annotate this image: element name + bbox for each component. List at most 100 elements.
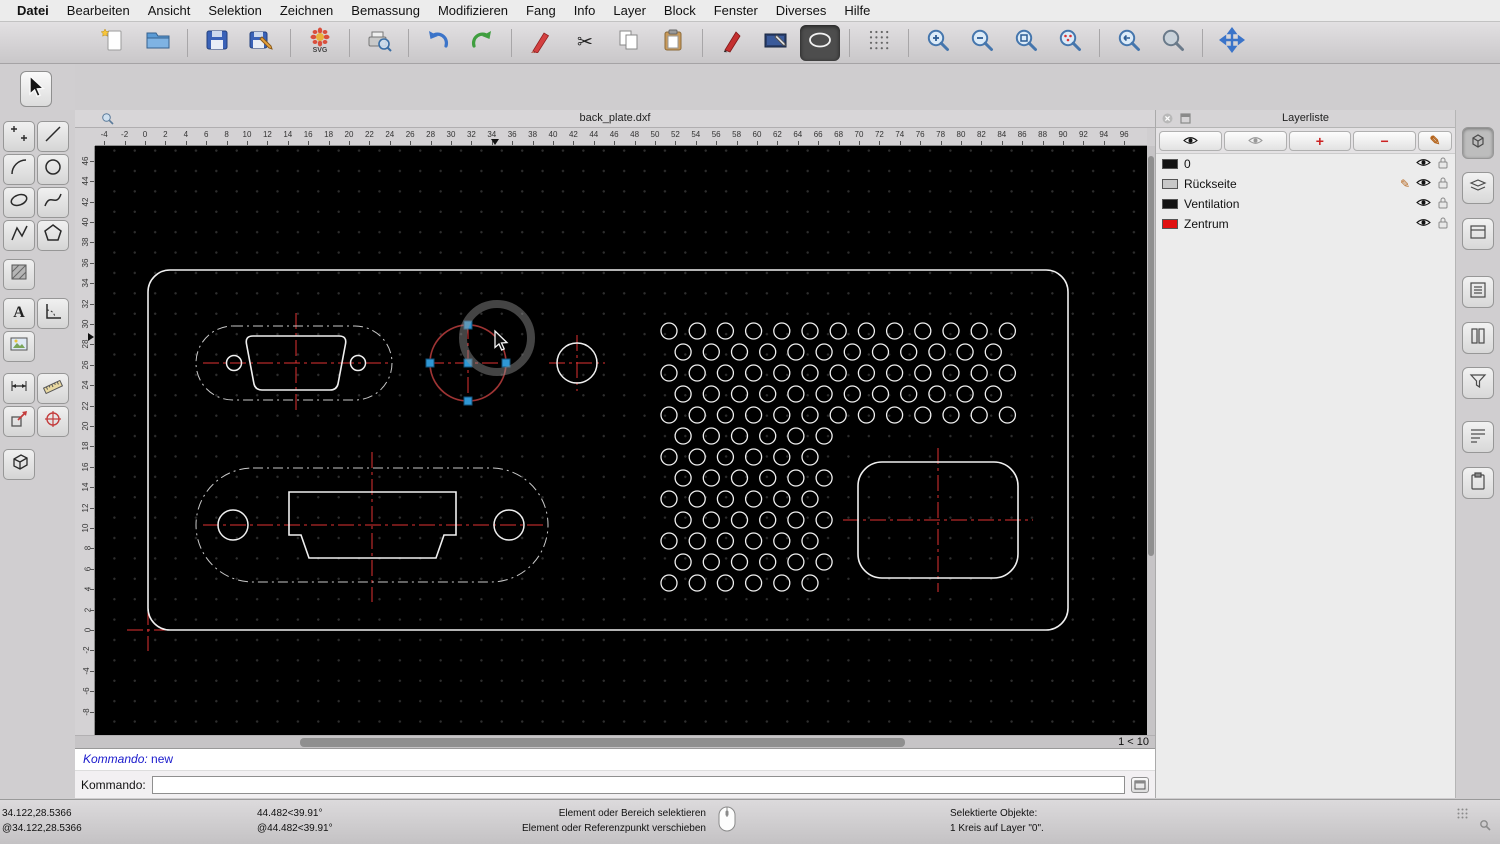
zoom-auto-button[interactable] <box>1006 25 1046 61</box>
layer-color-swatch[interactable] <box>1162 159 1178 169</box>
grid-toggle-button[interactable] <box>859 25 899 61</box>
menu-info[interactable]: Info <box>565 3 605 18</box>
layer-visibility-icon[interactable] <box>1416 217 1431 231</box>
hide-all-layers-button[interactable] <box>1223 130 1287 151</box>
view-list-panel-button[interactable] <box>1462 276 1494 308</box>
save-button[interactable] <box>197 25 237 61</box>
arc-tool-button[interactable] <box>3 154 35 185</box>
menu-zeichnen[interactable]: Zeichnen <box>271 3 342 18</box>
layer-lock-icon[interactable] <box>1437 176 1449 192</box>
dimension-tool-icon <box>8 375 30 402</box>
svg-text:A: A <box>13 304 25 321</box>
vertical-scrollbar[interactable] <box>1147 146 1155 735</box>
dimension-tool-button[interactable] <box>3 373 35 404</box>
snap-tool-button[interactable] <box>37 406 69 437</box>
menu-ansicht[interactable]: Ansicht <box>139 3 200 18</box>
layer-color-swatch[interactable] <box>1162 199 1178 209</box>
layer-lock-icon[interactable] <box>1437 156 1449 172</box>
horizontal-scrollbar-thumb[interactable] <box>300 738 905 747</box>
text-tool-button[interactable]: A <box>3 298 35 329</box>
paste-button[interactable] <box>653 25 693 61</box>
redo-button[interactable] <box>462 25 502 61</box>
corner-tool-button[interactable] <box>37 298 69 329</box>
zoom-window-button[interactable] <box>1153 25 1193 61</box>
menu-block[interactable]: Block <box>655 3 705 18</box>
selection-tool-button[interactable] <box>20 71 52 107</box>
menu-hilfe[interactable]: Hilfe <box>835 3 879 18</box>
command-detach-button[interactable] <box>1131 776 1149 793</box>
layer-row-0[interactable]: 0 <box>1156 154 1455 174</box>
zoom-selection-button[interactable] <box>1050 25 1090 61</box>
show-all-layers-button[interactable] <box>1159 130 1222 151</box>
image-tool-icon <box>8 333 30 360</box>
modify-tool-button[interactable] <box>3 406 35 437</box>
layer-visibility-icon[interactable] <box>1416 157 1431 171</box>
draw-pen-button[interactable] <box>712 25 752 61</box>
hruler-label: 76 <box>915 130 925 139</box>
menu-layer[interactable]: Layer <box>604 3 655 18</box>
panel-close-icon[interactable] <box>1162 113 1173 130</box>
ellipse-tool-button[interactable] <box>800 24 840 61</box>
line-tool-button[interactable] <box>37 121 69 152</box>
image-tool-button[interactable] <box>3 331 35 362</box>
edit-layer-button[interactable]: ✎ <box>1418 130 1452 151</box>
menu-fang[interactable]: Fang <box>517 3 565 18</box>
menu-bemassung[interactable]: Bemassung <box>342 3 429 18</box>
panel-float-icon[interactable] <box>1180 113 1191 130</box>
menu-datei[interactable]: Datei <box>8 3 58 18</box>
point-tool-button[interactable] <box>3 121 35 152</box>
open-file-button[interactable] <box>138 25 178 61</box>
pan-button[interactable] <box>1212 25 1252 61</box>
solid-tool-button[interactable] <box>3 449 35 480</box>
ellipse-tool-button[interactable] <box>3 187 35 218</box>
layer-lock-icon[interactable] <box>1437 216 1449 232</box>
menu-fenster[interactable]: Fenster <box>705 3 767 18</box>
selection-filter-panel-button[interactable] <box>1462 367 1494 399</box>
layer-lock-icon[interactable] <box>1437 196 1449 212</box>
svg-export-button[interactable]: SVG <box>300 25 340 61</box>
zoom-previous-button[interactable] <box>1109 25 1149 61</box>
layer-row-ventilation[interactable]: Ventilation <box>1156 194 1455 214</box>
vruler-label: 30 <box>81 319 91 329</box>
layer-row-zentrum[interactable]: Zentrum <box>1156 214 1455 234</box>
cut-button[interactable]: ✂ <box>565 25 605 61</box>
edit-block-button[interactable] <box>756 25 796 61</box>
remove-layer-button[interactable]: − <box>1353 130 1416 151</box>
circle-tool-button[interactable] <box>37 154 69 185</box>
copy-button[interactable] <box>609 25 649 61</box>
polyline-tool-button[interactable] <box>3 220 35 251</box>
zoom-out-button[interactable] <box>962 25 1002 61</box>
layer-list-panel-button[interactable] <box>1462 172 1494 204</box>
drawing-canvas[interactable] <box>95 146 1147 735</box>
new-file-icon <box>100 27 128 58</box>
library-browser-panel-button[interactable] <box>1462 322 1494 354</box>
add-layer-button[interactable]: + <box>1288 130 1352 151</box>
drawing-tab[interactable]: back_plate.dxf <box>75 110 1155 128</box>
new-file-button[interactable] <box>94 25 134 61</box>
layer-row-rückseite[interactable]: Rückseite ✎ <box>1156 174 1455 194</box>
delete-entities-button[interactable] <box>521 25 561 61</box>
print-preview-button[interactable] <box>359 25 399 61</box>
menu-modifizieren[interactable]: Modifizieren <box>429 3 517 18</box>
polygon-tool-button[interactable] <box>37 220 69 251</box>
measure-tool-button[interactable] <box>37 373 69 404</box>
command-line-panel-button[interactable] <box>1462 421 1494 453</box>
zoom-in-button[interactable] <box>918 25 958 61</box>
spline-tool-button[interactable] <box>37 187 69 218</box>
vruler-label: 12 <box>81 503 91 513</box>
undo-button[interactable] <box>418 25 458 61</box>
menu-diverses[interactable]: Diverses <box>767 3 836 18</box>
layer-color-swatch[interactable] <box>1162 219 1178 229</box>
block-list-panel-button[interactable] <box>1462 218 1494 250</box>
hatch-tool-button[interactable] <box>3 259 35 290</box>
layer-visibility-icon[interactable] <box>1416 197 1431 211</box>
command-input[interactable] <box>151 775 1125 794</box>
layer-visibility-icon[interactable] <box>1416 177 1431 191</box>
menu-selektion[interactable]: Selektion <box>199 3 270 18</box>
vertical-scrollbar-thumb[interactable] <box>1148 156 1154 556</box>
clipboard-panel-button[interactable] <box>1462 467 1494 499</box>
save-as-button[interactable] <box>241 25 281 61</box>
menu-bearbeiten[interactable]: Bearbeiten <box>58 3 139 18</box>
layer-color-swatch[interactable] <box>1162 179 1178 189</box>
properties-panel-button[interactable] <box>1462 127 1494 159</box>
